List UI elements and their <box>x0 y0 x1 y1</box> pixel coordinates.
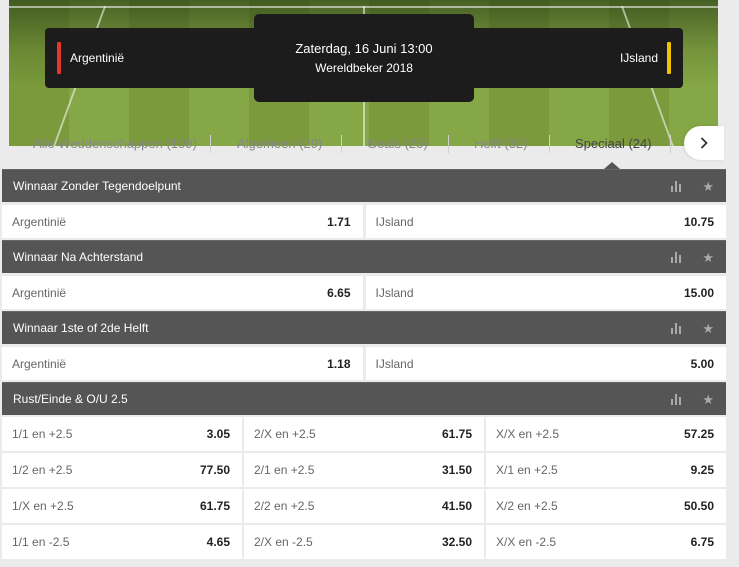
markets-list: Winnaar Zonder Tegendoelpunt ★ Argentini… <box>2 169 726 559</box>
tab-general[interactable]: Algemeen (29) <box>237 122 322 166</box>
odds-button[interactable]: IJsland 10.75 <box>365 205 726 238</box>
odds-button[interactable]: 1/1 en +2.5 3.05 <box>2 417 242 451</box>
odds-button[interactable]: X/X en +2.5 57.25 <box>486 417 726 451</box>
active-tab-indicator <box>604 162 620 169</box>
match-info-card: Zaterdag, 16 Juni 13:00 Wereldbeker 2018 <box>254 14 474 102</box>
outcome-odds: 10.75 <box>683 214 714 229</box>
market-tabs: Alle Weddenschappen (109) Algemeen (29) … <box>0 122 739 166</box>
outcome-label: 1/1 en -2.5 <box>12 535 70 549</box>
outcome-odds: 1.18 <box>327 356 351 371</box>
outcome-label: IJsland <box>375 285 414 300</box>
outcome-label: 1/2 en +2.5 <box>12 463 73 477</box>
outcome-odds: 6.75 <box>690 535 714 549</box>
bar-chart-icon[interactable] <box>671 323 682 334</box>
star-icon[interactable]: ★ <box>702 322 714 335</box>
odds-button[interactable]: 2/1 en +2.5 31.50 <box>244 453 484 487</box>
outcome-label: 2/X en +2.5 <box>254 427 316 441</box>
odds-button[interactable]: Argentinië 1.71 <box>2 205 363 238</box>
home-team-color <box>57 42 61 74</box>
tabs-next-button[interactable] <box>684 126 724 160</box>
odds-button[interactable]: X/1 en +2.5 9.25 <box>486 453 726 487</box>
outcome-label: X/2 en +2.5 <box>496 499 558 513</box>
outcome-label: 2/1 en +2.5 <box>254 463 315 477</box>
market-title: Rust/Einde & O/U 2.5 <box>13 392 128 406</box>
home-team-name: Argentinië <box>70 51 125 65</box>
outcome-odds: 50.50 <box>683 499 714 513</box>
outcome-label: X/1 en +2.5 <box>496 463 558 477</box>
tab-goals[interactable]: Goals (25) <box>367 122 428 166</box>
away-team: IJsland <box>620 28 671 88</box>
outcome-odds: 77.50 <box>199 463 230 477</box>
tab-half[interactable]: Helft (32) <box>474 122 527 166</box>
odds-button[interactable]: IJsland 5.00 <box>365 347 726 380</box>
outcome-label: Argentinië <box>12 356 67 371</box>
away-team-name: IJsland <box>619 51 658 65</box>
outcome-odds: 41.50 <box>441 499 472 513</box>
market-title: Winnaar Na Achterstand <box>13 250 144 264</box>
chevron-right-icon <box>700 137 708 149</box>
outcome-odds: 1.71 <box>327 214 351 229</box>
outcome-odds: 32.50 <box>441 535 472 549</box>
odds-button[interactable]: 1/1 en -2.5 4.65 <box>2 525 242 559</box>
market-winner-from-behind: Winnaar Na Achterstand ★ Argentinië 6.65… <box>2 240 726 309</box>
market-header[interactable]: Winnaar 1ste of 2de Helft ★ <box>2 311 726 344</box>
outcome-odds: 9.25 <box>690 463 714 477</box>
outcome-odds: 31.50 <box>441 463 472 477</box>
market-halftime-fulltime-ou: Rust/Einde & O/U 2.5 ★ 1/1 en +2.5 3.05 2… <box>2 382 726 559</box>
tab-all-bets[interactable]: Alle Weddenschappen (109) <box>33 122 197 166</box>
match-competition: Wereldbeker 2018 <box>315 61 413 75</box>
odds-button[interactable]: X/2 en +2.5 50.50 <box>486 489 726 523</box>
market-header[interactable]: Rust/Einde & O/U 2.5 ★ <box>2 382 726 415</box>
odds-button[interactable]: 1/2 en +2.5 77.50 <box>2 453 242 487</box>
outcome-label: 1/1 en +2.5 <box>12 427 73 441</box>
outcome-label: 2/2 en +2.5 <box>254 499 315 513</box>
odds-button[interactable]: 1/X en +2.5 61.75 <box>2 489 242 523</box>
star-icon[interactable]: ★ <box>702 251 714 264</box>
outcome-label: 1/X en +2.5 <box>12 499 74 513</box>
outcome-label: IJsland <box>375 356 414 371</box>
outcome-odds: 57.25 <box>683 427 714 441</box>
outcome-label: Argentinië <box>12 285 67 300</box>
market-winner-either-half: Winnaar 1ste of 2de Helft ★ Argentinië 1… <box>2 311 726 380</box>
bar-chart-icon[interactable] <box>671 252 682 263</box>
match-date: Zaterdag, 16 Juni 13:00 <box>295 41 433 56</box>
bar-chart-icon[interactable] <box>671 394 682 405</box>
outcome-label: Argentinië <box>12 214 67 229</box>
outcome-odds: 61.75 <box>441 427 472 441</box>
odds-button[interactable]: IJsland 15.00 <box>365 276 726 309</box>
outcome-label: X/X en +2.5 <box>496 427 560 441</box>
home-team: Argentinië <box>57 28 124 88</box>
odds-button[interactable]: 2/2 en +2.5 41.50 <box>244 489 484 523</box>
outcome-label: IJsland <box>375 214 414 229</box>
outcome-label: 2/X en -2.5 <box>254 535 313 549</box>
outcome-odds: 5.00 <box>690 356 714 371</box>
star-icon[interactable]: ★ <box>702 180 714 193</box>
odds-button[interactable]: 2/X en -2.5 32.50 <box>244 525 484 559</box>
odds-button[interactable]: Argentinië 1.18 <box>2 347 363 380</box>
outcome-odds: 15.00 <box>683 285 714 300</box>
bar-chart-icon[interactable] <box>671 181 682 192</box>
market-title: Winnaar 1ste of 2de Helft <box>13 321 149 335</box>
outcome-odds: 6.65 <box>327 285 351 300</box>
market-header[interactable]: Winnaar Zonder Tegendoelpunt ★ <box>2 169 726 202</box>
odds-button[interactable]: X/X en -2.5 6.75 <box>486 525 726 559</box>
market-title: Winnaar Zonder Tegendoelpunt <box>13 179 181 193</box>
tab-special[interactable]: Speciaal (24) <box>575 122 652 166</box>
outcome-odds: 3.05 <box>206 427 230 441</box>
market-header[interactable]: Winnaar Na Achterstand ★ <box>2 240 726 273</box>
market-winner-clean-sheet: Winnaar Zonder Tegendoelpunt ★ Argentini… <box>2 169 726 238</box>
odds-button[interactable]: 2/X en +2.5 61.75 <box>244 417 484 451</box>
away-team-color <box>667 42 671 74</box>
outcome-odds: 4.65 <box>206 535 230 549</box>
odds-button[interactable]: Argentinië 6.65 <box>2 276 363 309</box>
star-icon[interactable]: ★ <box>702 393 714 406</box>
outcome-odds: 61.75 <box>199 499 230 513</box>
outcome-label: X/X en -2.5 <box>496 535 557 549</box>
